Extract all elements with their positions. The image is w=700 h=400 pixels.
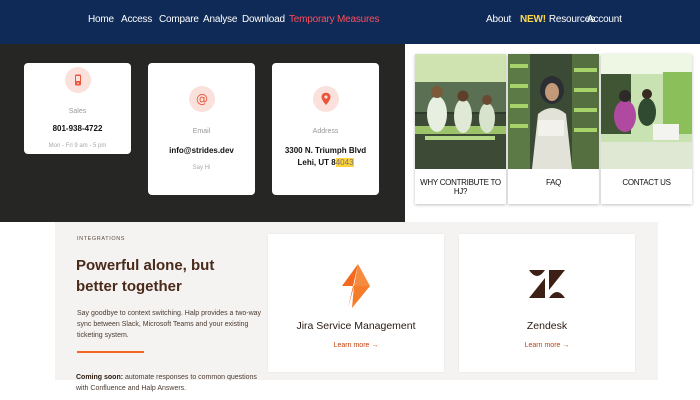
coming-soon-label: Coming soon: [76,374,124,381]
faq-card[interactable]: FAQ [508,54,599,204]
address-line2-text: Lehi, UT 8 [297,158,336,167]
library-photo [508,54,599,169]
sales-phone[interactable]: 801-938-4722 [24,123,131,134]
map-pin-icon [312,86,339,112]
email-say-hi: Say Hi [192,165,211,171]
top-navigation-bar: Home Access Compare Analyse Download Tem… [0,0,700,44]
zendesk-learn-more-link[interactable]: Learn more → [459,342,635,349]
at-sign-icon: @ [188,86,215,112]
zendesk-name: Zendesk [526,320,568,332]
office-photo [601,54,692,169]
nav-home-link[interactable]: Home [88,14,114,25]
contact-panel: Sales 801-938-4722 Mon - Fri 9 am - 5 pm… [0,44,405,222]
nav-temporary-measures-link[interactable]: Temporary Measures [289,14,380,25]
faq-label: FAQ [545,178,562,187]
nav-account-link[interactable]: Account [587,14,622,25]
nav-resources-link[interactable]: NEW! Resources [520,14,595,25]
why-contribute-label: WHY CONTRIBUTE TO HJ? [420,178,501,196]
phone-icon [64,67,91,93]
nav-access-link[interactable]: Access [121,14,152,25]
integrations-headline: Powerful alone, but better together [76,257,215,295]
integrations-eyebrow: INTEGRATIONS [77,236,126,242]
new-badge: NEW! [520,14,546,25]
address-line2: Lehi, UT 84043 [272,157,379,168]
email-card: @ Email info@strides.dev Say Hi [148,63,255,195]
nav-analyse-link[interactable]: Analyse [203,14,237,25]
address-label: Address [312,128,339,135]
zendesk-logo [529,270,565,303]
contact-us-label: CONTACT US [622,178,671,187]
nav-compare-link[interactable]: Compare [159,14,199,25]
email-address[interactable]: info@strides.dev [148,145,255,156]
sales-label: Sales [68,108,87,115]
photo-cards-area: WHY CONTRIBUTE TO HJ? FAQ CONTACT US [405,44,700,222]
contact-us-card[interactable]: CONTACT US [601,54,692,204]
address-line1: 3300 N. Triumph Blvd [284,146,367,155]
sales-card: Sales 801-938-4722 Mon - Fri 9 am - 5 pm [24,63,131,154]
jira-name: Jira Service Management [296,320,416,332]
jira-logo [338,264,374,313]
lab-photo [415,54,506,169]
svg-text:@: @ [196,92,208,106]
email-label: Email [192,128,211,135]
orange-divider [77,351,144,353]
nav-about-link[interactable]: About [486,14,511,25]
zendesk-card[interactable]: Zendesk Learn more → [459,234,635,372]
integrations-description: Say goodbye to context switching. Halp p… [77,310,262,339]
address-card: Address 3300 N. Triumph Blvd Lehi, UT 84… [272,63,379,195]
jira-card[interactable]: Jira Service Management Learn more → [268,234,444,372]
jira-learn-more-link[interactable]: Learn more → [268,342,444,349]
sales-hours: Mon - Fri 9 am - 5 pm [48,143,107,149]
why-contribute-card[interactable]: WHY CONTRIBUTE TO HJ? [415,54,506,204]
nav-download-link[interactable]: Download [242,14,285,25]
coming-soon-note: Coming soon: automate responses to commo… [76,372,266,394]
zip-highlight: 4043 [335,158,354,167]
